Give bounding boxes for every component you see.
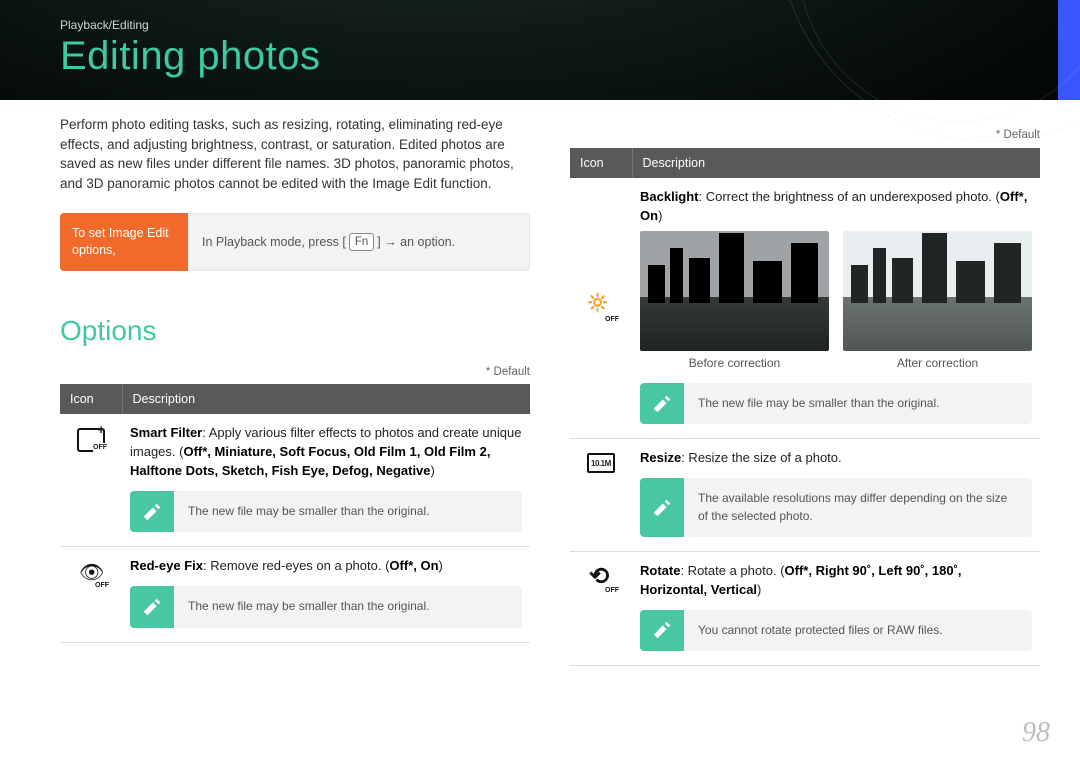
note-box: The new file may be smaller than the ori…: [130, 491, 522, 532]
set-options-label: To set Image Edit options,: [60, 213, 188, 271]
row-tail: ): [431, 463, 435, 478]
pen-icon: [130, 586, 174, 627]
note-text: You cannot rotate protected files or RAW…: [684, 610, 1032, 651]
caption-after: After correction: [843, 355, 1032, 372]
row-body: : Remove red-eyes on a photo. (: [203, 558, 389, 573]
pen-icon: [640, 383, 684, 424]
setbox-suffix: ] → an option.: [377, 233, 455, 251]
row-title: Red-eye Fix: [130, 558, 203, 573]
intro-text: Perform photo editing tasks, such as res…: [60, 115, 530, 193]
set-options-body: In Playback mode, press [ Fn ] → an opti…: [188, 213, 530, 271]
row-title: Resize: [640, 450, 681, 465]
note-text: The available resolutions may differ dep…: [684, 478, 1032, 537]
table-row: Backlight: Correct the brightness of an …: [570, 178, 1040, 439]
row-tail: ): [439, 558, 443, 573]
photo-before: [640, 231, 829, 351]
red-eye-icon: [77, 561, 105, 585]
table-row: Rotate: Rotate a photo. (Off*, Right 90˚…: [570, 551, 1040, 665]
pen-icon: [640, 610, 684, 651]
note-box: The new file may be smaller than the ori…: [640, 383, 1032, 424]
options-table-right: Icon Description Backlight: Correct the …: [570, 148, 1040, 666]
set-options-box: To set Image Edit options, In Playback m…: [60, 213, 530, 271]
backlight-icon: [587, 293, 615, 317]
options-table-left: Icon Description Smart Filter: Apply var…: [60, 384, 530, 642]
note-text: The new file may be smaller than the ori…: [174, 586, 522, 627]
row-body: : Rotate a photo. (: [680, 563, 784, 578]
row-tail: ): [757, 582, 761, 597]
row-tail: ): [658, 208, 662, 223]
resize-icon: [587, 453, 615, 473]
row-opts: Off*, On: [389, 558, 438, 573]
page-number: 98: [1022, 717, 1050, 749]
row-opts: Off*, Miniature, Soft Focus, Old Film 1,…: [130, 444, 490, 478]
pen-icon: [640, 478, 684, 537]
note-box: The available resolutions may differ dep…: [640, 478, 1032, 537]
fn-key: Fn: [349, 233, 374, 251]
note-text: The new file may be smaller than the ori…: [684, 383, 1032, 424]
th-icon: Icon: [570, 148, 632, 178]
default-note-right: * Default: [570, 127, 1040, 144]
note-box: You cannot rotate protected files or RAW…: [640, 610, 1032, 651]
row-title: Smart Filter: [130, 425, 202, 440]
table-row: Red-eye Fix: Remove red-eyes on a photo.…: [60, 547, 530, 642]
row-title: Backlight: [640, 189, 699, 204]
page-title: Editing photos: [60, 34, 321, 79]
note-box: The new file may be smaller than the ori…: [130, 586, 522, 627]
setbox-prefix: In Playback mode, press [: [202, 233, 346, 251]
rotate-icon: [587, 566, 615, 590]
th-desc: Description: [632, 148, 1040, 178]
caption-before: Before correction: [640, 355, 829, 372]
smart-filter-icon: [77, 428, 105, 452]
th-icon: Icon: [60, 384, 122, 414]
left-column: Perform photo editing tasks, such as res…: [60, 115, 530, 725]
breadcrumb: Playback/Editing: [60, 18, 149, 32]
row-body: : Correct the brightness of an underexpo…: [699, 189, 1000, 204]
table-row: Resize: Resize the size of a photo. The …: [570, 439, 1040, 552]
comparison-photos: Before correction After correction: [640, 231, 1032, 372]
content-area: Perform photo editing tasks, such as res…: [60, 115, 1040, 725]
row-title: Rotate: [640, 563, 680, 578]
note-text: The new file may be smaller than the ori…: [174, 491, 522, 532]
row-body: : Resize the size of a photo.: [681, 450, 841, 465]
table-row: Smart Filter: Apply various filter effec…: [60, 414, 530, 546]
th-desc: Description: [122, 384, 530, 414]
right-column: * Default Icon Description Backlight: Co…: [570, 115, 1040, 725]
options-heading: Options: [60, 311, 530, 352]
header-accent: [1058, 0, 1080, 100]
default-note-left: * Default: [60, 364, 530, 381]
photo-after: [843, 231, 1032, 351]
pen-icon: [130, 491, 174, 532]
